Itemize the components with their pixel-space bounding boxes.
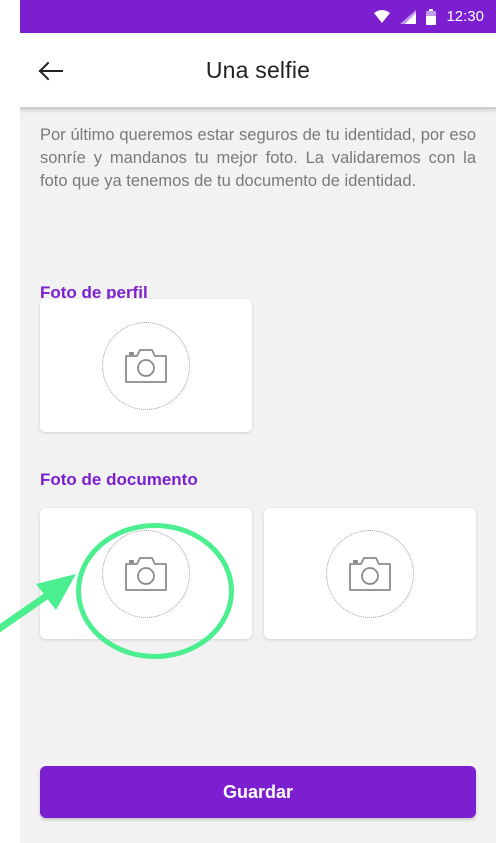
page-title: Una selfie — [205, 57, 311, 83]
signal-icon — [400, 10, 417, 24]
wifi-icon — [374, 10, 391, 24]
section-title-document: Foto de documento — [40, 470, 198, 489]
app-bar: Una selfie — [20, 33, 496, 109]
status-icons: 12:30 — [374, 8, 484, 26]
status-time: 12:30 — [446, 8, 484, 25]
document-photo-front-slot[interactable] — [40, 508, 252, 639]
camera-icon — [123, 347, 169, 385]
status-bar: 12:30 — [20, 0, 496, 33]
phone-screen: 12:30 Una selfie Por último queremos est… — [20, 0, 496, 843]
document-photo-back-slot[interactable] — [264, 508, 476, 639]
camera-icon — [123, 555, 169, 593]
battery-icon — [426, 9, 437, 25]
profile-photo-slot[interactable] — [40, 299, 252, 432]
save-button[interactable]: Guardar — [40, 766, 476, 818]
intro-text: Por último queremos estar seguros de tu … — [40, 126, 476, 190]
camera-icon — [347, 555, 393, 593]
